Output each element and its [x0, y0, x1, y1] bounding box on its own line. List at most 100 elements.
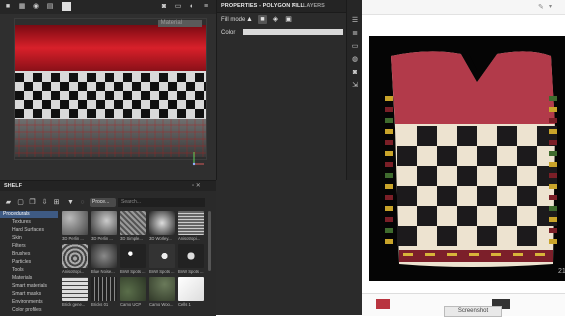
shelf-category-item[interactable]: Smart materials — [0, 283, 58, 290]
shelf-category-item[interactable]: Tools — [0, 267, 58, 274]
material-icon[interactable]: ◉ — [32, 3, 40, 11]
shelf-thumbnail[interactable] — [178, 244, 204, 268]
shelf-category-item[interactable]: Particles — [0, 259, 58, 266]
grid-icon[interactable]: ▦ — [18, 3, 26, 11]
display-icon[interactable]: ▭ — [174, 3, 182, 11]
shelf-thumbnail-label: 3D Simple... — [120, 236, 143, 241]
shelf-window-controls[interactable]: ▫ ✕ — [192, 182, 201, 189]
shelf-category-item[interactable]: Smart masks — [0, 291, 58, 298]
shelf-thumbnail[interactable] — [91, 211, 117, 235]
folder-icon[interactable]: ▰ — [4, 198, 13, 207]
chevron-down-icon[interactable]: ▾ — [549, 3, 552, 10]
shelf-thumbnail[interactable] — [91, 244, 117, 268]
edit-icon[interactable]: ✎ — [538, 3, 544, 11]
shelf-thumbnail-label: Anisotropi... — [178, 236, 201, 241]
shelf-thumbnail[interactable] — [149, 277, 175, 301]
browser-toolbar: ✎ ▾ — [362, 0, 565, 15]
screenshot-tooltip: Screenshot — [444, 306, 502, 317]
shelf-category-item[interactable]: Textures — [0, 219, 58, 226]
reference-photo — [369, 36, 565, 281]
shelf-thumbnail-label: BnW Spots ... — [120, 269, 146, 274]
shelf-thumbnail[interactable] — [178, 211, 204, 235]
square-icon[interactable]: ■ — [4, 3, 12, 11]
stack-icon[interactable]: ≡ — [202, 3, 210, 11]
texture-preview-image — [15, 19, 206, 159]
filter-icon[interactable]: ▼ — [66, 198, 75, 207]
reference-browser: ✎ ▾ 21 Screenshot — [362, 0, 565, 317]
duplicate-icon[interactable]: ❐ — [28, 198, 37, 207]
shelf-category-item[interactable]: Filters — [0, 243, 58, 250]
filter-chip-procedurals[interactable]: Proce... — [90, 198, 116, 207]
camera-icon[interactable]: ◙ — [351, 69, 359, 77]
shelf-thumbnail[interactable] — [62, 211, 88, 235]
shelf-thumbnail[interactable] — [62, 244, 88, 268]
shelf-thumbnail-label: Camo Woo... — [149, 302, 174, 307]
shelf-thumbnail-label: Cells 1 — [178, 302, 191, 307]
shelf-thumbnail[interactable] — [149, 244, 175, 268]
shelf-thumbnail-label: Brick gene... — [62, 302, 86, 307]
shelf-thumbnail-label: 3D Perlin ... — [91, 236, 113, 241]
layers-stack-icon[interactable]: ☰ — [351, 17, 359, 25]
export-icon[interactable]: ⇲ — [351, 82, 359, 90]
color-label: Color — [221, 30, 236, 36]
fill-mode-label: Fill mode — [221, 17, 246, 23]
clear-filter-icon[interactable]: ○ — [78, 198, 87, 207]
globe-icon[interactable]: ◍ — [351, 56, 359, 64]
shelf-thumbnail-label: Camo UCP — [120, 302, 142, 307]
page-number: 21 — [558, 268, 565, 275]
shelf-search-input[interactable]: Search... — [118, 198, 205, 207]
shelf-category-item[interactable]: Skin — [0, 235, 58, 242]
material-dropdown[interactable]: Material — [157, 20, 202, 27]
shelf-scrollbar[interactable] — [208, 211, 211, 271]
add-icon[interactable]: ⊞ — [52, 198, 61, 207]
shelf-thumbnail-label: Anisotropi... — [62, 269, 85, 274]
shelf-thumbnail-label: Blue Noise... — [91, 269, 115, 274]
shelf-category-list: Procedurals Textures Hard Surfaces Skin Filt… — [0, 211, 58, 316]
layers-icon[interactable]: ▤ — [46, 3, 54, 11]
shelf-title: SHELF — [4, 183, 23, 189]
viewport-toolbar: ■ ▦ ◉ ▤ ◙ ▭ ◐ ≡ — [0, 0, 216, 15]
shelf-category-item[interactable]: Environments — [0, 299, 58, 306]
shelf-thumbnail[interactable] — [91, 277, 117, 301]
settings-sliders-icon[interactable]: ≣ — [351, 30, 359, 38]
shelf-thumbnail-label: 3D Perlin ... — [62, 236, 84, 241]
shelf-thumbnail[interactable] — [120, 277, 146, 301]
painter-app: ■ ▦ ◉ ▤ ◙ ▭ ◐ ≡ Material PROPERTIES - PO… — [0, 0, 363, 316]
fill-uv-icon[interactable]: ▣ — [284, 15, 293, 24]
shelf-category-item[interactable]: Hard Surfaces — [0, 227, 58, 234]
shelf-category-item[interactable]: Brushes — [0, 251, 58, 258]
shelf-thumbnail[interactable] — [62, 277, 88, 301]
close-icon[interactable]: ✕ — [291, 2, 296, 9]
shelf-toolbar: ▰ ▢ ❐ ⇩ ⊞ ▼ ○ Proce... Search... — [0, 195, 216, 209]
right-tool-strip: ☰ ≣ ▭ ◍ ◙ ⇲ — [346, 0, 363, 180]
empty-dock-area — [216, 180, 362, 315]
fill-object-icon[interactable]: ◈ — [271, 15, 280, 24]
shelf-category-item[interactable]: Color profiles — [0, 307, 58, 314]
import-icon[interactable]: ⇩ — [40, 198, 49, 207]
camera-icon[interactable]: ◙ — [160, 3, 168, 11]
shelf-thumbnail-label: BnW Spots ... — [178, 269, 204, 274]
shelf-thumbnail[interactable] — [178, 277, 204, 301]
shelf-category-item[interactable]: Materials — [0, 275, 58, 282]
properties-panel: PROPERTIES - POLYGON FILL ✕ LAYERS Fill … — [216, 0, 347, 180]
3d-viewport[interactable]: Material — [0, 14, 216, 180]
fill-quad-icon[interactable]: ■ — [258, 15, 267, 24]
shelf-thumbnail-label: BnW Spots ... — [149, 269, 175, 274]
texture-canvas[interactable]: Material — [14, 18, 207, 160]
shelf-thumbnail-label: 3D Worley... — [149, 236, 172, 241]
shelf-header: SHELF ▫ ✕ — [0, 181, 216, 191]
tab-layers[interactable]: LAYERS — [303, 3, 325, 9]
shelf-category-item[interactable]: Procedurals — [0, 211, 58, 218]
shelf-thumbnail[interactable] — [120, 244, 146, 268]
thumbnail-red[interactable] — [376, 299, 390, 309]
render-icon[interactable]: ◐ — [188, 3, 196, 11]
shelf-thumbnail[interactable] — [149, 211, 175, 235]
color-swatch[interactable] — [243, 29, 343, 35]
shelf-thumbnail[interactable] — [120, 211, 146, 235]
new-file-icon[interactable]: ▢ — [16, 198, 25, 207]
axis-gizmo-icon — [192, 152, 204, 166]
color-swatch-icon[interactable] — [62, 2, 71, 11]
fill-triangle-icon[interactable]: ▲ — [245, 15, 254, 24]
monitor-icon[interactable]: ▭ — [351, 43, 359, 51]
shelf-thumbnail-label: Bricks 01 — [91, 302, 109, 307]
